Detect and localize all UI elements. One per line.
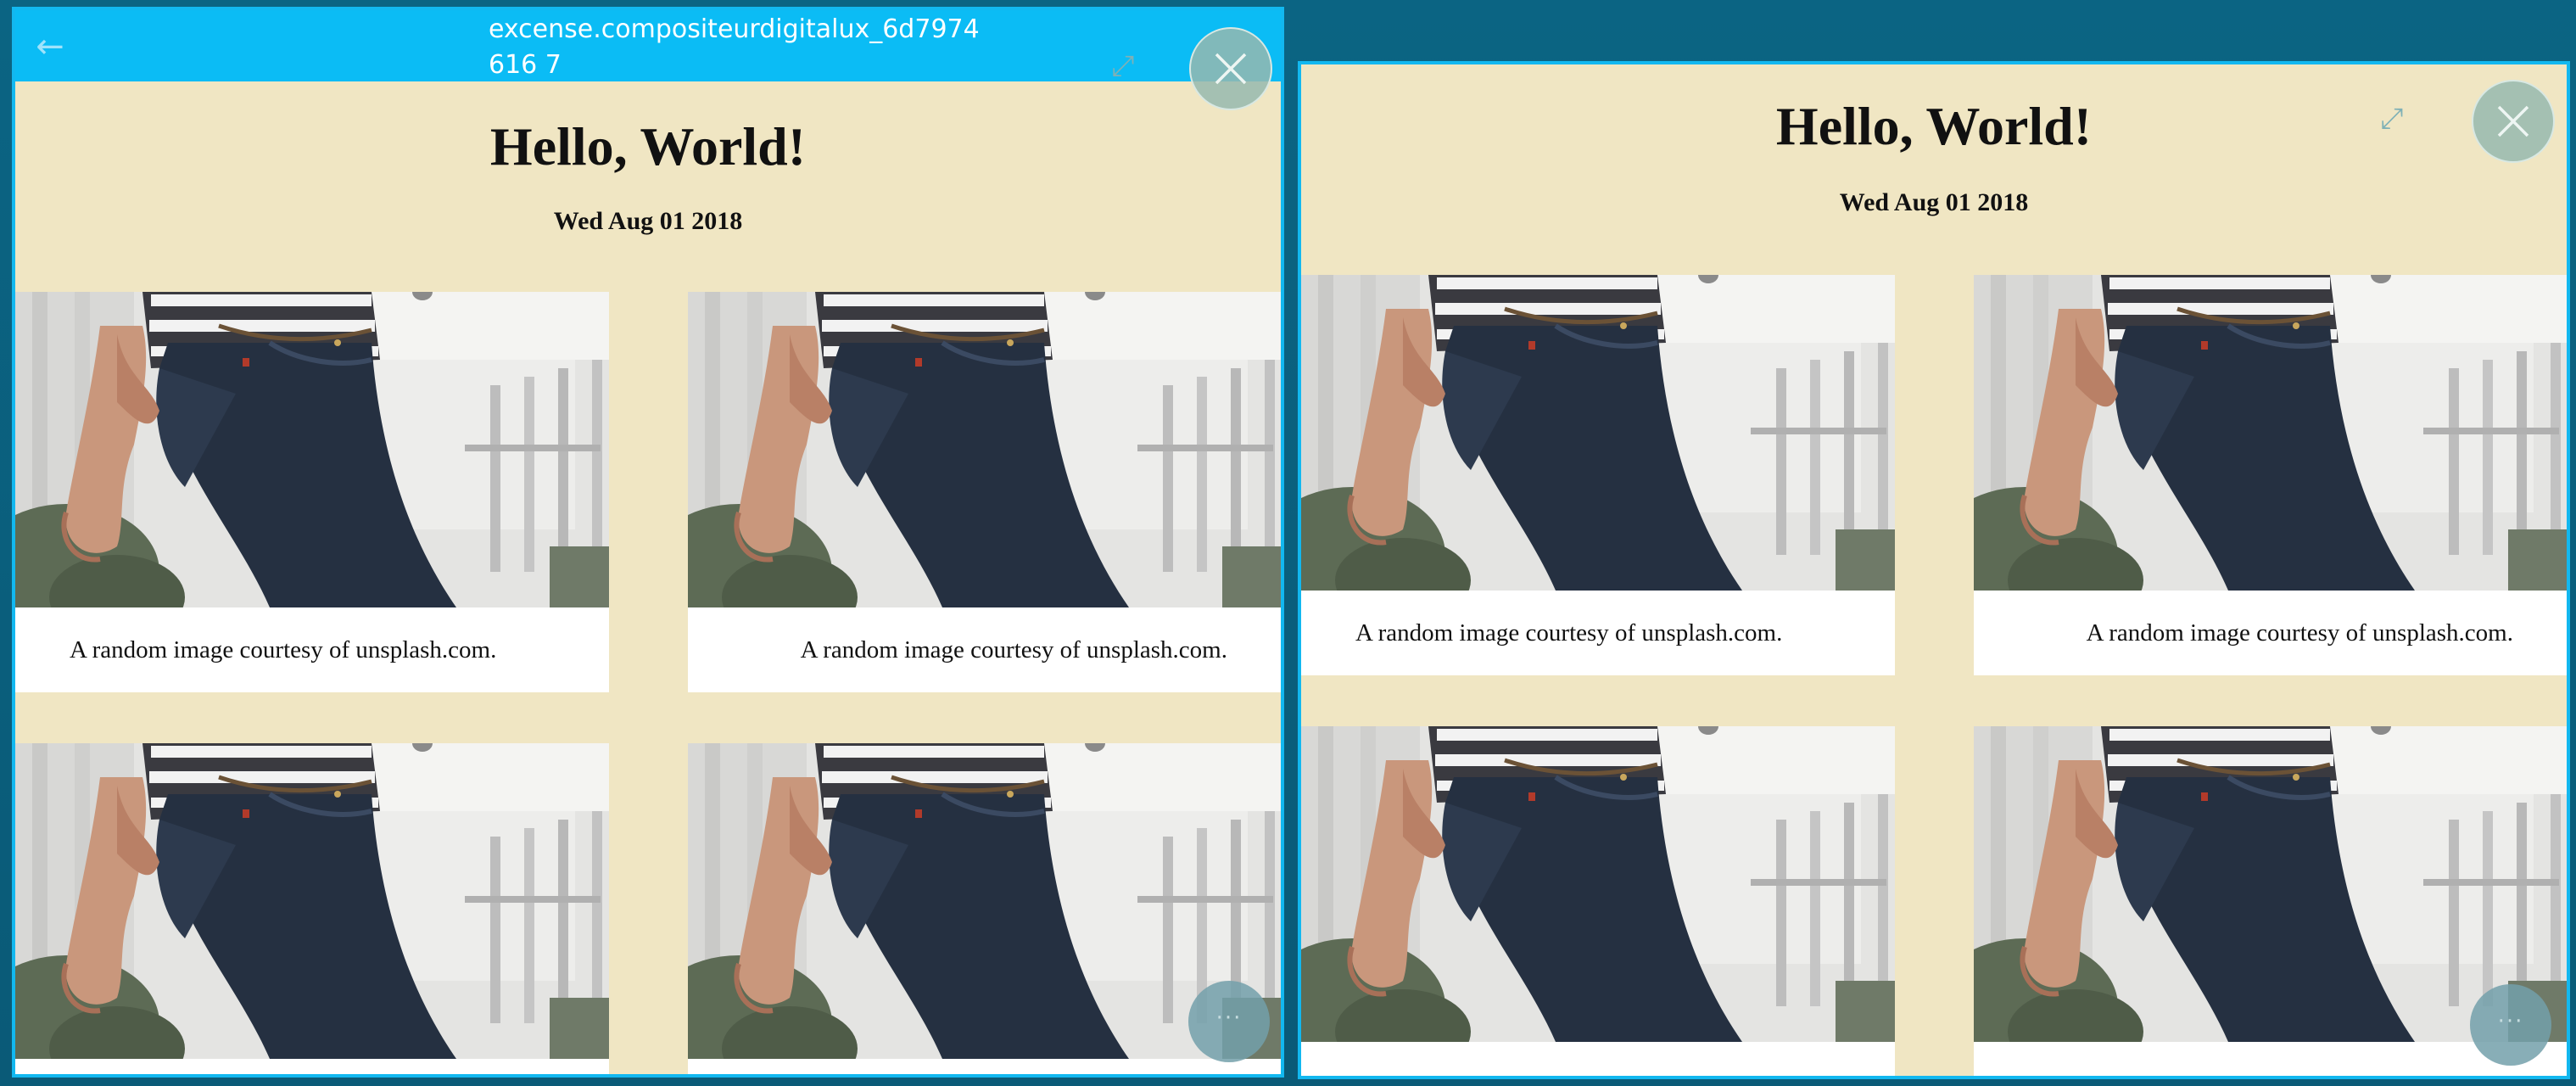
image-card xyxy=(15,743,609,1074)
image-caption: A random image courtesy of unsplash.com. xyxy=(800,636,1227,663)
unsplash-photo xyxy=(688,292,1282,607)
unsplash-photo xyxy=(1974,275,2568,591)
desktop: ← excense.compositeurdigitalux_6d7974616… xyxy=(0,0,2576,1086)
close-button[interactable] xyxy=(1189,27,1272,110)
image-card: A random image courtesy of unsplash.com. xyxy=(688,292,1282,692)
app-window-left: ← excense.compositeurdigitalux_6d7974616… xyxy=(12,7,1284,1078)
more-icon[interactable]: ··· xyxy=(2470,984,2551,1066)
title-bar: ← excense.compositeurdigitalux_6d7974616… xyxy=(15,10,1281,81)
page-date: Wed Aug 01 2018 xyxy=(1839,188,2029,216)
page-heading: Hello, World! xyxy=(489,116,807,176)
window-title: excense.compositeurdigitalux_6d7974616 7 xyxy=(489,14,980,80)
image-caption: A random image courtesy of unsplash.com. xyxy=(1355,619,1783,647)
more-icon[interactable]: ··· xyxy=(1188,981,1270,1062)
image-card: A random image courtesy of unsplash.com. xyxy=(15,292,609,692)
image-card xyxy=(1301,726,1895,1076)
image-caption: A random image courtesy of unsplash.com. xyxy=(70,636,497,663)
expand-icon[interactable]: ⤢ xyxy=(2373,100,2411,137)
unsplash-photo xyxy=(1301,726,1895,1042)
app-window-right: Hello, World! Wed Aug 01 2018 ⤢ A random… xyxy=(1298,61,2570,1079)
page-date: Wed Aug 01 2018 xyxy=(553,207,743,235)
unsplash-photo xyxy=(15,292,609,607)
image-card: A random image courtesy of unsplash.com. xyxy=(1301,275,1895,675)
close-button[interactable] xyxy=(2472,80,2555,163)
close-icon xyxy=(1215,53,1247,85)
unsplash-photo xyxy=(1301,275,1895,591)
image-caption: A random image courtesy of unsplash.com. xyxy=(2086,619,2513,647)
image-card: A random image courtesy of unsplash.com. xyxy=(1974,275,2568,675)
expand-icon[interactable]: ⤢ xyxy=(1104,48,1142,85)
unsplash-photo xyxy=(1974,726,2568,1042)
unsplash-photo xyxy=(15,743,609,1059)
arrow-left-icon[interactable]: ← xyxy=(29,25,71,68)
close-icon xyxy=(2497,105,2529,137)
